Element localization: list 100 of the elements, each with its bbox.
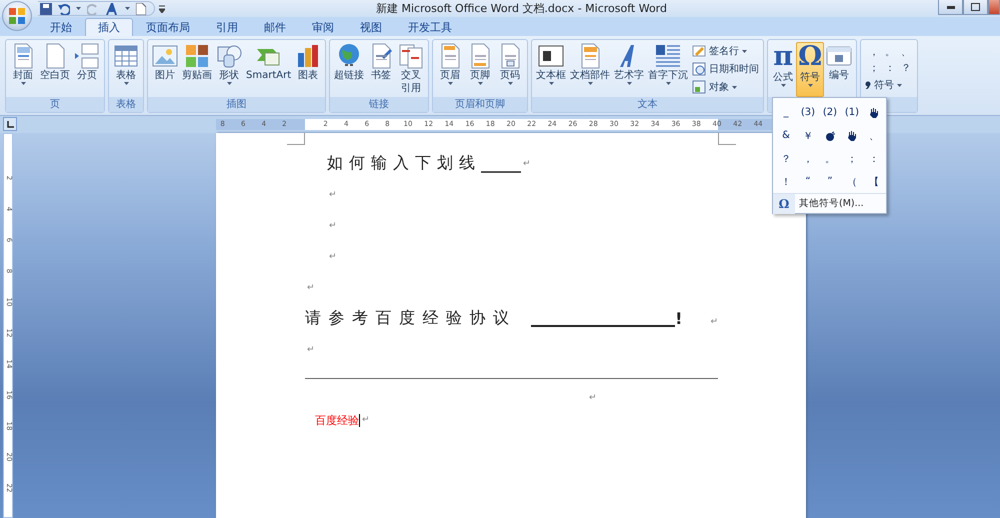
caret-icon [125, 7, 130, 10]
button-label: 首字下沉 [648, 70, 688, 82]
button-label: 剪贴画 [182, 70, 212, 82]
paragraph-mark: ↵ [362, 415, 370, 425]
symbol-item[interactable]: 。 [819, 147, 841, 170]
paragraph-mark: ↵ [307, 282, 315, 292]
ribbon-small-button[interactable]: 日期和时间 [690, 61, 762, 77]
body-text: 请参考百度经验协议 [305, 308, 516, 329]
ribbon-button[interactable]: 文本框 [534, 42, 568, 97]
ribbon-button[interactable]: 超链接 [332, 42, 366, 97]
symbol-item[interactable]: 、 [863, 124, 885, 147]
symbol-item[interactable]: (3) [797, 101, 819, 124]
button-label: 空白页 [40, 70, 70, 82]
button-label: 符号 [800, 72, 820, 84]
symbol-shortcut[interactable]: ， [867, 46, 882, 60]
paragraph-mark: ↵ [329, 220, 337, 230]
ribbon-button[interactable]: 图片 [150, 42, 180, 97]
symbol-item[interactable]: ” [819, 170, 841, 193]
ribbon-button[interactable]: 首字下沉 [646, 42, 690, 97]
ribbon-small-button[interactable]: 符号 [863, 77, 916, 93]
ribbon-button[interactable]: 文档部件 [568, 42, 612, 97]
office-button[interactable] [2, 1, 32, 31]
ribbon-button[interactable]: 页脚 [465, 42, 496, 97]
button-label: 文档部件 [570, 70, 610, 82]
ribbon-button[interactable]: 分页 [72, 42, 102, 97]
underline-blank: _____ [481, 154, 521, 173]
ribbon-button[interactable]: 封面 [8, 42, 38, 97]
symbol-item[interactable]: ： [863, 147, 885, 170]
minimize-button[interactable] [938, 0, 963, 15]
shapes-icon [216, 43, 242, 69]
glyph-icon: π [773, 43, 793, 71]
page-break-icon [74, 43, 100, 69]
customize-menu-icon[interactable] [159, 4, 165, 12]
ribbon-button[interactable]: 剪贴画 [180, 42, 214, 97]
button-label: 公式 [773, 72, 794, 84]
symbol-item[interactable]: 【 [863, 170, 885, 193]
button-label: 封面 [13, 70, 33, 82]
symbol-item[interactable]: ； [841, 147, 863, 170]
comma-icon [865, 81, 872, 89]
button-label: 书签 [371, 70, 392, 82]
ribbon-small-button[interactable]: 对象 [690, 79, 762, 95]
ribbon-button[interactable]: 空白页 [38, 42, 72, 97]
table-icon [113, 43, 139, 69]
symbol-shortcut[interactable]: 、 [899, 46, 914, 60]
restore-button[interactable] [963, 0, 988, 15]
button-label: 表格 [116, 70, 136, 82]
new-document-icon [136, 2, 146, 14]
hand-icon [847, 130, 857, 141]
button-label: 引用 [401, 83, 422, 95]
ribbon-button[interactable]: 交叉 引用 [396, 42, 426, 97]
button-label: 页码 [500, 70, 520, 82]
symbol-shortcut[interactable]: 。 [883, 46, 898, 60]
ribbon-tab[interactable]: 引用 [203, 18, 251, 36]
office-logo-icon [8, 7, 26, 25]
ribbon-button[interactable]: π 公式 [770, 42, 796, 97]
ribbon-tab[interactable]: 视图 [347, 18, 395, 36]
ribbon-button[interactable]: 表格 [111, 42, 141, 97]
symbol-shortcut[interactable]: ？ [899, 62, 914, 76]
ribbon-button[interactable]: 页码 [495, 42, 526, 97]
symbol-shortcut[interactable]: ； [867, 62, 882, 76]
ribbon-tab[interactable]: 审阅 [299, 18, 347, 36]
ribbon-button[interactable]: 图表 [293, 42, 324, 97]
ribbon-button[interactable]: 书签 [366, 42, 396, 97]
ribbon-button[interactable]: 形状 [214, 42, 244, 97]
ribbon-button[interactable]: Ω 符号 [796, 42, 824, 97]
ribbon-tab[interactable]: 开始 [37, 18, 85, 36]
button-label: 编号 [829, 70, 850, 82]
symbol-item[interactable]: ￥ [797, 124, 819, 147]
symbol-item[interactable]: （ [841, 170, 863, 193]
button-label: 页脚 [470, 70, 490, 82]
group-label: 页 [6, 97, 104, 112]
ribbon-button[interactable]: SmartArt [244, 42, 294, 97]
symbol-item[interactable]: “ [797, 170, 819, 193]
tab-selector-button[interactable] [3, 117, 17, 131]
ribbon-button[interactable]: 编号 [824, 42, 854, 97]
symbol-item[interactable]: ？ [775, 147, 797, 170]
ribbon-tab[interactable]: 开发工具 [395, 18, 465, 36]
ribbon-tab[interactable]: 页面布局 [133, 18, 203, 36]
symbol-item[interactable]: & [775, 124, 797, 147]
restore-icon [971, 3, 980, 11]
drop-cap-icon [655, 43, 682, 69]
symbol-item[interactable]: _ [775, 101, 797, 124]
button-label: 图表 [298, 70, 318, 82]
symbol-item[interactable]: (1) [841, 101, 863, 124]
ribbon-button[interactable]: 页眉 [435, 42, 466, 97]
group-label: 链接 [330, 97, 428, 112]
ribbon-small-button[interactable]: 签名行 [690, 43, 762, 59]
left-tab-icon [6, 120, 14, 128]
group-label: 表格 [109, 97, 143, 112]
ribbon-tab[interactable]: 插入 [85, 18, 133, 36]
heading-text: 如何输入下划线 [327, 153, 481, 174]
ribbon-tab[interactable]: 邮件 [251, 18, 299, 36]
ribbon-button[interactable]: 艺术字 [612, 42, 646, 97]
symbol-item[interactable]: (2) [819, 101, 841, 124]
symbol-item[interactable]: ！ [775, 170, 797, 193]
symbol-shortcut[interactable]: ： [883, 62, 898, 76]
symbol-item[interactable]: ， [797, 147, 819, 170]
glyph-icon: Ω [798, 43, 822, 71]
more-symbols-item[interactable]: Ω 其他符号(M)... [773, 193, 886, 213]
text-cursor [359, 414, 360, 426]
